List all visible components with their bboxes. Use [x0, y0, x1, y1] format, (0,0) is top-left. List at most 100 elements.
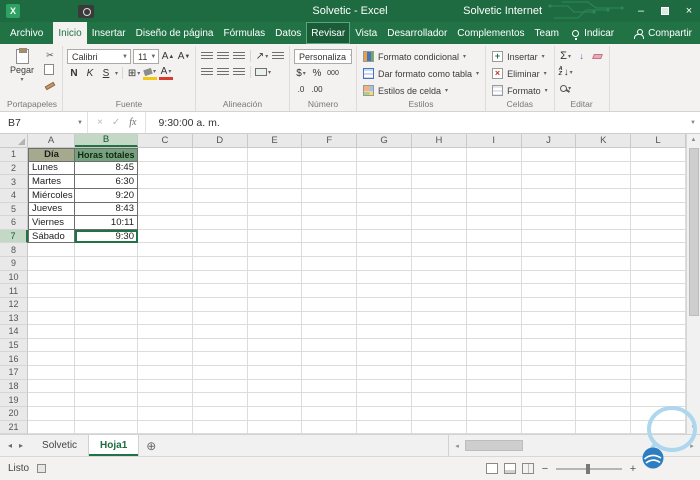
copy-button[interactable]	[42, 64, 58, 77]
decrease-decimal-button[interactable]: .00	[310, 82, 324, 96]
column-header-h[interactable]: H	[412, 134, 467, 147]
tell-me-button[interactable]: Indicar	[568, 22, 618, 44]
cell-K16[interactable]	[576, 352, 632, 366]
cell-A11[interactable]	[28, 284, 75, 298]
column-header-c[interactable]: C	[138, 134, 193, 147]
cell-L4[interactable]	[631, 188, 686, 203]
cell-H17[interactable]	[411, 366, 467, 380]
formula-input[interactable]: 9:30:00 a. m.	[146, 112, 686, 133]
cell-F16[interactable]	[302, 352, 358, 366]
align-middle-button[interactable]	[216, 49, 230, 63]
cell-J10[interactable]	[521, 270, 577, 285]
new-sheet-button[interactable]: ⊕	[139, 435, 163, 456]
cell-C9[interactable]	[138, 257, 193, 271]
cell-F9[interactable]	[302, 257, 358, 271]
cell-D2[interactable]	[192, 161, 248, 176]
cell-E11[interactable]	[247, 284, 303, 298]
row-header-4[interactable]: 4	[0, 188, 28, 203]
row-header-8[interactable]: 8	[0, 243, 28, 257]
cell-J6[interactable]	[521, 216, 577, 230]
cell-K18[interactable]	[576, 379, 632, 394]
fill-color-button[interactable]: ▾	[143, 66, 158, 80]
cell-I3[interactable]	[466, 175, 522, 189]
row-header-7[interactable]: 7	[0, 229, 28, 244]
cell-E9[interactable]	[247, 257, 303, 271]
cell-L17[interactable]	[631, 366, 686, 380]
cell-A1[interactable]: Día	[28, 148, 75, 162]
cell-D14[interactable]	[192, 325, 248, 339]
format-painter-button[interactable]	[42, 79, 58, 92]
cell-A6[interactable]: Viernes	[28, 216, 75, 230]
cell-G5[interactable]	[357, 202, 412, 217]
scroll-up-icon[interactable]: ▲	[691, 134, 697, 146]
cell-B20[interactable]	[75, 406, 138, 421]
cell-K13[interactable]	[576, 311, 632, 326]
cell-J13[interactable]	[521, 311, 577, 326]
cut-button[interactable]: ✂	[42, 49, 58, 62]
cell-F4[interactable]	[302, 188, 358, 203]
cell-J15[interactable]	[521, 338, 577, 353]
maximize-button[interactable]	[656, 0, 674, 22]
cell-D3[interactable]	[192, 175, 248, 189]
cell-A5[interactable]: Jueves	[28, 202, 75, 217]
cell-A14[interactable]	[28, 325, 75, 339]
cell-I5[interactable]	[466, 202, 522, 217]
sheet-tab-hoja1[interactable]: Hoja1	[89, 435, 140, 456]
borders-button[interactable]: ⊞ ▾	[127, 66, 141, 80]
cell-K21[interactable]	[576, 420, 632, 434]
autosum-button[interactable]: Σ ▾	[559, 49, 573, 63]
cell-styles-button[interactable]: Estilos de celda ▾	[361, 83, 481, 98]
row-header-17[interactable]: 17	[0, 366, 28, 380]
cell-H6[interactable]	[411, 216, 467, 230]
cell-H1[interactable]	[411, 148, 467, 162]
column-header-j[interactable]: J	[522, 134, 577, 147]
format-as-table-button[interactable]: Dar formato como tabla ▾	[361, 66, 481, 81]
cell-I9[interactable]	[466, 257, 522, 271]
row-header-3[interactable]: 3	[0, 175, 28, 189]
cell-K11[interactable]	[576, 284, 632, 298]
row-header-9[interactable]: 9	[0, 257, 28, 271]
accounting-format-button[interactable]: $ ▾	[294, 66, 308, 80]
cell-F18[interactable]	[302, 379, 358, 394]
cell-A18[interactable]	[28, 379, 75, 394]
cell-A16[interactable]	[28, 352, 75, 366]
cell-B8[interactable]	[75, 243, 138, 257]
cell-G1[interactable]	[357, 148, 412, 162]
column-header-d[interactable]: D	[193, 134, 248, 147]
cell-D16[interactable]	[192, 352, 248, 366]
underline-button[interactable]: S	[99, 66, 113, 80]
zoom-out-button[interactable]: −	[540, 463, 550, 475]
align-center-button[interactable]	[216, 65, 230, 79]
cell-B21[interactable]	[75, 420, 138, 434]
cell-G17[interactable]	[357, 366, 412, 380]
cell-H2[interactable]	[411, 161, 467, 176]
column-header-b[interactable]: B	[75, 134, 138, 147]
percent-style-button[interactable]: %	[310, 66, 324, 80]
cell-H3[interactable]	[411, 175, 467, 189]
cell-D21[interactable]	[192, 420, 248, 434]
cell-L14[interactable]	[631, 325, 686, 339]
sheet-nav-left-icon[interactable]: ◂	[8, 441, 12, 450]
cell-L2[interactable]	[631, 161, 686, 176]
grow-font-button[interactable]: A ▲	[161, 50, 175, 64]
cell-K9[interactable]	[576, 257, 632, 271]
cell-E12[interactable]	[247, 297, 303, 312]
cell-B12[interactable]	[75, 297, 138, 312]
cell-G21[interactable]	[357, 420, 412, 434]
cell-L7[interactable]	[631, 229, 686, 244]
cell-J4[interactable]	[521, 188, 577, 203]
cell-E7[interactable]	[247, 229, 303, 244]
cell-A12[interactable]	[28, 297, 75, 312]
cell-D10[interactable]	[192, 270, 248, 285]
cell-L5[interactable]	[631, 202, 686, 217]
cell-L3[interactable]	[631, 175, 686, 189]
cell-L9[interactable]	[631, 257, 686, 271]
cell-K7[interactable]	[576, 229, 632, 244]
excel-logo-icon[interactable]: X	[6, 4, 20, 18]
horizontal-scroll-thumb[interactable]	[465, 440, 523, 451]
row-header-1[interactable]: 1	[0, 148, 28, 162]
cell-F7[interactable]	[302, 229, 358, 244]
cell-C6[interactable]	[138, 216, 193, 230]
cell-B3[interactable]: 6:30	[75, 175, 138, 189]
cell-F11[interactable]	[302, 284, 358, 298]
